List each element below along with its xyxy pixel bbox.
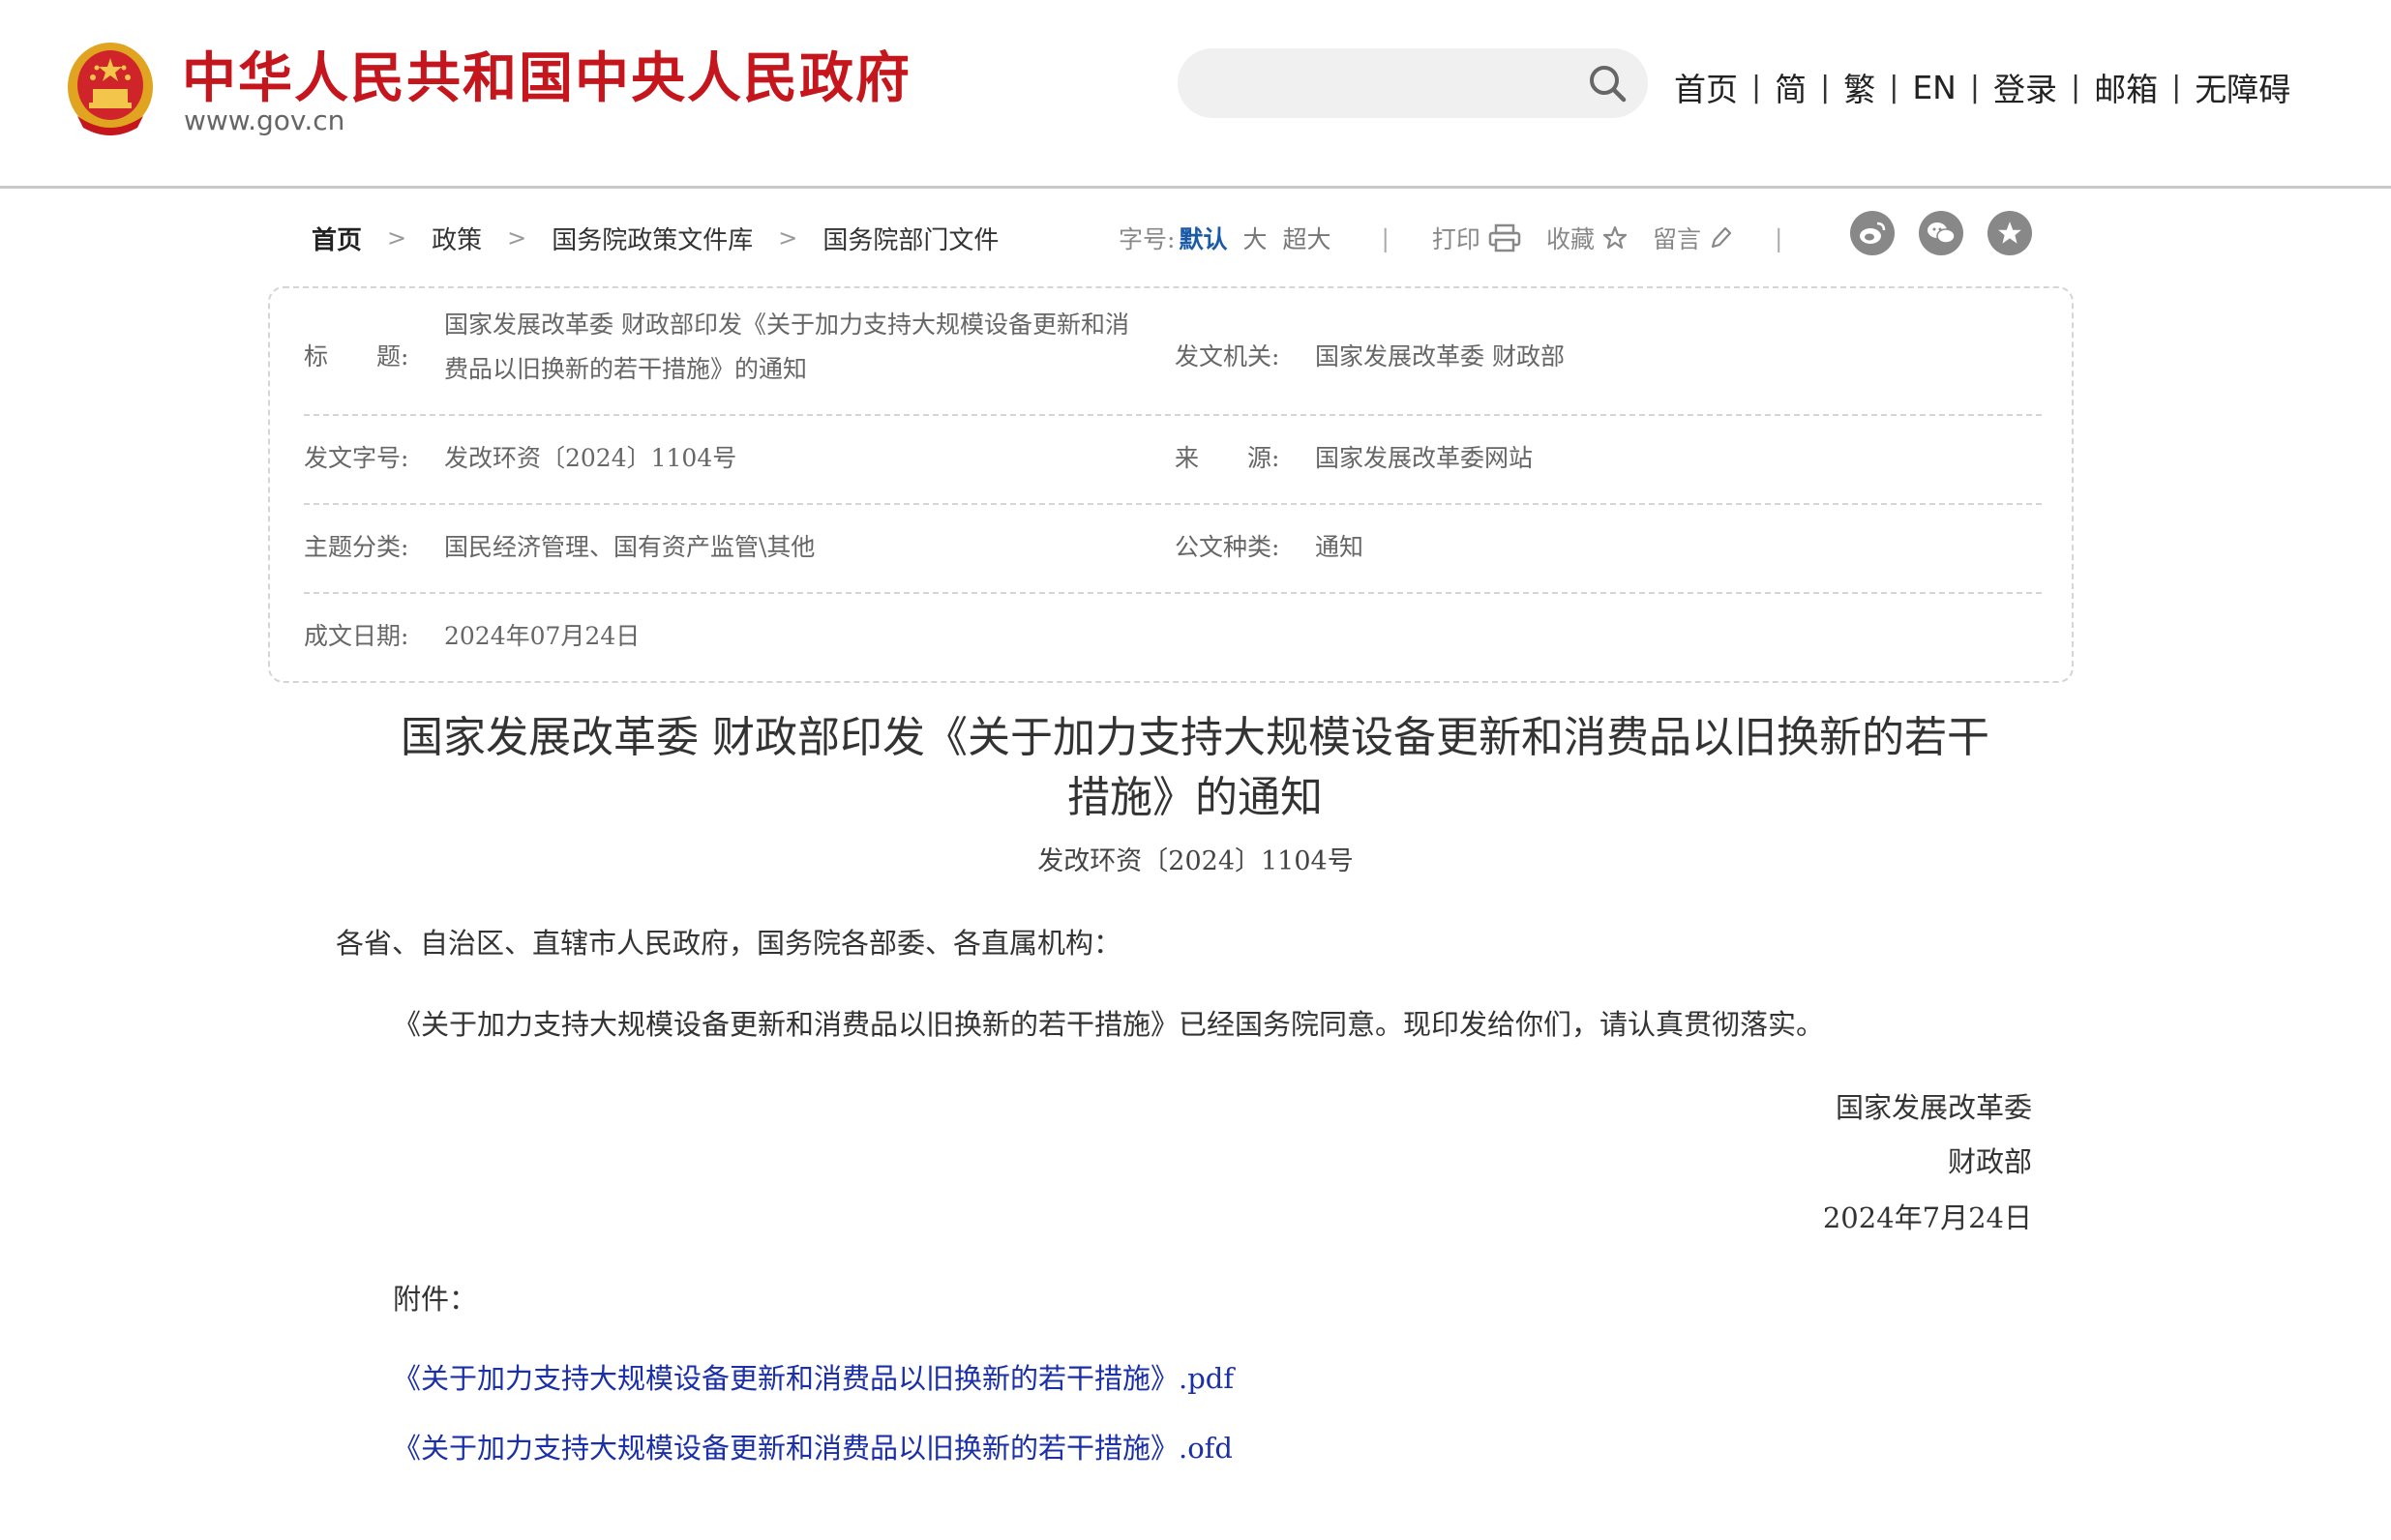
comment-label: 留言 <box>1652 225 1701 253</box>
nav-separator: | <box>1751 70 1762 104</box>
star-icon[interactable] <box>1988 211 2032 255</box>
share-buttons <box>1850 211 2032 255</box>
breadcrumb-department-docs[interactable]: 国务院部门文件 <box>822 221 999 256</box>
info-issuer-label: 发文机关: <box>1175 342 1280 370</box>
font-size-label: 字号: <box>1119 225 1176 253</box>
info-title-value-line2: 费品以旧换新的若干措施》的通知 <box>444 355 808 383</box>
signature-issuer-mof: 财政部 <box>1947 1145 2032 1178</box>
breadcrumb-separator: > <box>387 224 407 252</box>
info-row-date: 成文日期: 2024年07月24日 <box>304 594 2042 681</box>
article-addressee: 各省、自治区、直辖市人民政府，国务院各部委、各直属机构： <box>336 927 1122 960</box>
breadcrumb-home[interactable]: 首页 <box>312 221 362 256</box>
search-input[interactable] <box>1207 62 1578 106</box>
article-title-line2: 措施》的通知 <box>1067 773 1323 822</box>
article-tools: 字号: 默认 大 超大 | 打印 收藏 留言 | <box>1119 215 1782 261</box>
info-source-value: 国家发展改革委网站 <box>1315 444 1534 472</box>
search-box[interactable] <box>1178 48 1648 118</box>
site-header: 中华人民共和国中央人民政府 www.gov.cn 首页 | 简 | 繁 | EN… <box>0 0 2391 189</box>
breadcrumb: 首页 > 政策 > 国务院政策文件库 > 国务院部门文件 <box>312 215 999 261</box>
article-body: 《关于加力支持大规模设备更新和消费品以旧换新的若干措施》已经国务院同意。现印发给… <box>393 1008 1825 1041</box>
nav-separator: | <box>1889 70 1899 104</box>
attachment-link-ofd[interactable]: 《关于加力支持大规模设备更新和消费品以旧换新的若干措施》.ofd <box>393 1426 1233 1466</box>
site-title[interactable]: 中华人民共和国中央人民政府 <box>182 35 912 113</box>
font-size-default[interactable]: 默认 <box>1179 221 1227 255</box>
nav-login[interactable]: 登录 <box>1993 64 2057 110</box>
info-type-label: 公文种类: <box>1175 533 1280 561</box>
favorite-label: 收藏 <box>1545 225 1595 253</box>
nav-separator: | <box>1969 70 1980 104</box>
wechat-icon[interactable] <box>1919 211 1963 255</box>
nav-english[interactable]: EN <box>1912 69 1957 106</box>
breadcrumb-policy[interactable]: 政策 <box>432 221 482 256</box>
article-title: 国家发展改革委 财政部印发《关于加力支持大规模设备更新和消费品以旧换新的若干 措… <box>329 708 2061 828</box>
info-docno-value: 发改环资〔2024〕1104号 <box>444 444 737 472</box>
info-title-value-line1: 国家发展改革委 财政部印发《关于加力支持大规模设备更新和消 <box>444 311 1129 339</box>
info-row-docno: 发文字号: 发改环资〔2024〕1104号 来 源: 国家发展改革委网站 <box>304 416 2042 505</box>
article-doc-number: 发改环资〔2024〕1104号 <box>1037 846 1354 876</box>
print-button[interactable]: 打印 <box>1432 221 1521 255</box>
search-icon[interactable] <box>1586 62 1629 104</box>
info-topic-value: 国民经济管理、国有资产监管\其他 <box>444 533 816 561</box>
nav-traditional[interactable]: 繁 <box>1843 64 1875 110</box>
weibo-icon[interactable] <box>1850 211 1895 255</box>
nav-separator: | <box>2070 70 2081 104</box>
info-date-value: 2024年07月24日 <box>444 622 641 650</box>
nav-home[interactable]: 首页 <box>1674 64 1738 110</box>
attachment-link-pdf[interactable]: 《关于加力支持大规模设备更新和消费品以旧换新的若干措施》.pdf <box>393 1356 1234 1397</box>
info-date-label: 成文日期: <box>304 622 409 650</box>
nav-separator: | <box>1820 70 1831 104</box>
font-size-xlarge[interactable]: 超大 <box>1282 221 1330 255</box>
tools-separator: | <box>1774 223 1783 252</box>
info-row-title: 标 题: 国家发展改革委 财政部印发《关于加力支持大规模设备更新和消 费品以旧换… <box>304 304 2042 416</box>
info-docno-label: 发文字号: <box>304 444 409 472</box>
nav-simplified[interactable]: 简 <box>1775 64 1807 110</box>
info-issuer-value: 国家发展改革委 财政部 <box>1315 342 1565 370</box>
site-url: www.gov.cn <box>184 104 345 136</box>
info-type-value: 通知 <box>1315 533 1364 561</box>
signature-issuer-ndrc: 国家发展改革委 <box>1835 1091 2032 1124</box>
printer-icon <box>1488 223 1521 252</box>
font-size-large[interactable]: 大 <box>1242 221 1267 255</box>
nav-accessibility[interactable]: 无障碍 <box>2195 64 2290 110</box>
breadcrumb-separator: > <box>778 224 798 252</box>
tools-separator: | <box>1381 223 1390 252</box>
document-info-box: 标 题: 国家发展改革委 财政部印发《关于加力支持大规模设备更新和消 费品以旧换… <box>268 286 2074 683</box>
favorite-button[interactable]: 收藏 <box>1546 221 1628 255</box>
nav-mailbox[interactable]: 邮箱 <box>2094 64 2158 110</box>
article-title-line1: 国家发展改革委 财政部印发《关于加力支持大规模设备更新和消费品以旧换新的若干 <box>401 713 1989 762</box>
pencil-icon <box>1711 226 1732 249</box>
signature-date: 2024年7月24日 <box>1822 1201 2032 1234</box>
print-label: 打印 <box>1431 225 1480 253</box>
info-topic-label: 主题分类: <box>304 533 409 561</box>
info-source-label: 来 源: <box>1175 444 1280 472</box>
attachments-label: 附件： <box>393 1283 478 1316</box>
breadcrumb-separator: > <box>507 224 527 252</box>
top-nav: 首页 | 简 | 繁 | EN | 登录 | 邮箱 | 无障碍 <box>1674 64 2290 110</box>
national-emblem-logo[interactable] <box>64 39 157 139</box>
nav-separator: | <box>2171 70 2182 104</box>
star-outline-icon <box>1602 225 1628 250</box>
info-title-label: 标 题: <box>304 342 409 370</box>
breadcrumb-policy-library[interactable]: 国务院政策文件库 <box>552 221 753 256</box>
comment-button[interactable]: 留言 <box>1653 221 1732 255</box>
info-row-topic: 主题分类: 国民经济管理、国有资产监管\其他 公文种类: 通知 <box>304 505 2042 594</box>
